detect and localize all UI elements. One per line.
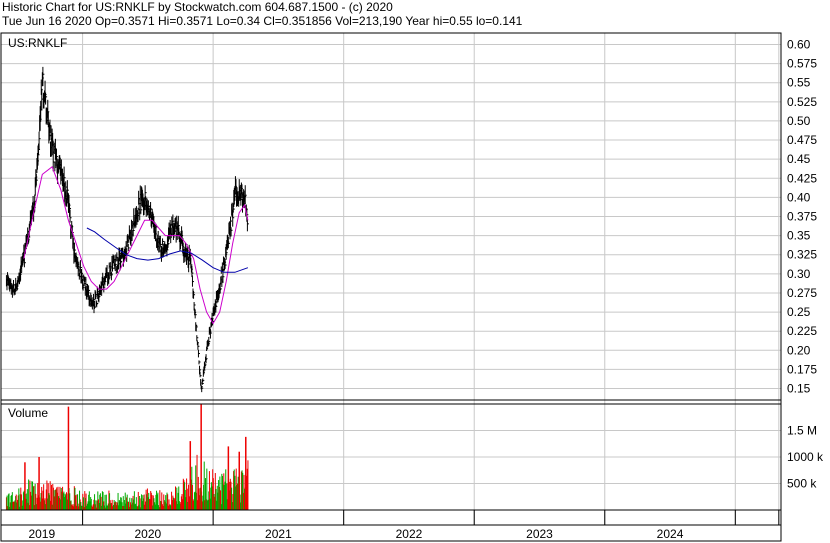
price-tick-label: 0.20: [787, 343, 811, 357]
price-tick-label: 0.25: [787, 305, 811, 319]
price-tick-label: 0.60: [787, 37, 811, 51]
year-label: 2022: [396, 527, 423, 541]
symbol-label: US:RNKLF: [8, 36, 67, 50]
year-label: 2019: [28, 527, 55, 541]
price-tick-label: 0.275: [787, 286, 817, 300]
price-tick-label: 0.575: [787, 57, 817, 71]
price-tick-label: 0.15: [787, 382, 811, 396]
price-tick-label: 0.55: [787, 76, 811, 90]
volume-tick-label: 1000 k: [787, 450, 824, 464]
moving-averages: [23, 165, 249, 325]
price-tick-label: 0.475: [787, 133, 817, 147]
stock-chart: 0.60 0.575 0.55 0.525 0.50 0.475 0.45 0.425 0.40…: [0, 32, 824, 542]
price-tick-label: 0.35: [787, 229, 811, 243]
price-tick-label: 0.40: [787, 190, 811, 204]
price-tick-label: 0.175: [787, 362, 817, 376]
price-tick-label: 0.425: [787, 171, 817, 185]
year-label: 2024: [657, 527, 684, 541]
price-tick-label: 0.375: [787, 210, 817, 224]
price-tick-label: 0.50: [787, 114, 811, 128]
axis-labels: 0.60 0.575 0.55 0.525 0.50 0.475 0.45 0.425 0.40…: [8, 36, 824, 541]
price-tick-label: 0.325: [787, 248, 817, 262]
year-label: 2021: [265, 527, 292, 541]
volume-tick-label: 500 k: [787, 477, 817, 491]
price-tick-label: 0.225: [787, 324, 817, 338]
grid-layer: [1, 33, 781, 525]
year-label: 2023: [526, 527, 553, 541]
price-bars: [5, 66, 249, 393]
volume-tick-label: 1.5 M: [787, 424, 817, 438]
year-label: 2020: [135, 527, 162, 541]
price-tick-label: 0.30: [787, 267, 811, 281]
price-tick-label: 0.45: [787, 152, 811, 166]
price-tick-label: 0.525: [787, 95, 817, 109]
volume-label: Volume: [8, 406, 48, 420]
outer-frame: [0, 32, 782, 542]
chart-frame: [0, 32, 782, 542]
moving-average-short-line: [23, 165, 249, 325]
